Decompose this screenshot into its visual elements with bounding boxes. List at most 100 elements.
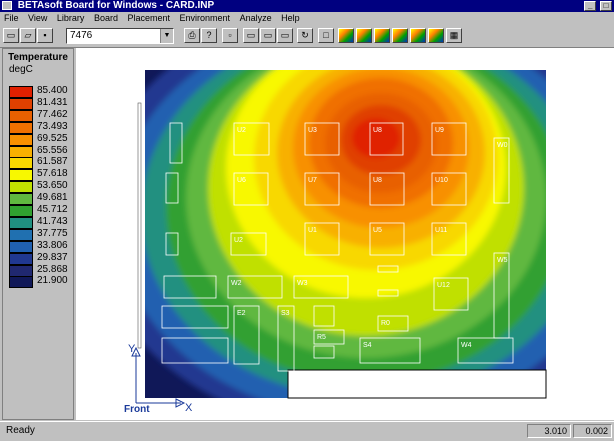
component-label: W3 — [297, 280, 308, 287]
menu-view[interactable]: View — [24, 12, 50, 25]
legend-swatch — [9, 228, 33, 241]
component-label: W4 — [461, 342, 472, 349]
legend-swatch — [9, 193, 33, 206]
side-connector — [137, 102, 142, 349]
chevron-down-icon[interactable]: ▼ — [160, 29, 173, 43]
component-label: W2 — [231, 280, 242, 287]
place-part-icon[interactable]: ▫ — [222, 28, 238, 43]
temperature-contours — [145, 70, 546, 398]
component-label: E2 — [237, 310, 246, 317]
rect-tool-2-icon[interactable]: ▭ — [260, 28, 276, 43]
status-bar: Ready 3.010 0.002 — [0, 421, 614, 441]
status-text: Ready — [6, 425, 35, 436]
legend-row: 21.900 — [7, 275, 73, 289]
legend-swatch — [9, 86, 33, 98]
grid-tool-icon[interactable]: ▦ — [446, 28, 462, 43]
legend-swatch — [9, 133, 33, 146]
save-disk-icon[interactable]: ▪ — [37, 28, 53, 43]
temperature-legend: Temperature degC 85.400 81.431 77.462 73.49… — [2, 48, 74, 420]
legend-value: 33.806 — [37, 239, 68, 251]
open-folder-icon[interactable]: ▱ — [20, 28, 36, 43]
menu-library[interactable]: Library — [53, 12, 88, 25]
status-field-1: 3.010 — [527, 424, 571, 438]
legend-swatch — [9, 276, 33, 289]
legend-value: 57.618 — [37, 168, 68, 180]
legend-swatch — [9, 205, 33, 217]
component-label: W5 — [497, 257, 508, 264]
legend-value: 77.462 — [37, 108, 68, 120]
menu-analyze[interactable]: Analyze — [236, 12, 275, 25]
component-label: S4 — [363, 342, 372, 349]
legend-swatch — [9, 252, 33, 265]
legend-swatch — [9, 121, 33, 134]
color-map-2-icon[interactable] — [356, 28, 372, 43]
component-combo[interactable]: 7476 ▼ — [66, 28, 174, 44]
rect-tool-3-icon[interactable]: ▭ — [277, 28, 293, 43]
help-icon[interactable]: ? — [201, 28, 217, 43]
legend-value: 53.650 — [37, 180, 68, 192]
thermal-map-area: U2 U3 U8 U9 W0 U6 U7 U8 U10 U1 U5 U11 U2 W5 W2 W3 U12 E2 S… — [76, 48, 614, 420]
status-field-2: 0.002 — [573, 424, 612, 438]
component-combo-value: 7476 — [70, 30, 93, 41]
component-label: U3 — [308, 127, 317, 134]
menu-bar: File View Library Board Placement Enviro… — [0, 12, 614, 25]
legend-title: Temperature — [8, 52, 68, 63]
rotate-icon[interactable]: ↻ — [297, 28, 313, 43]
component-label: U11 — [435, 227, 447, 234]
legend-value: 25.868 — [37, 263, 68, 275]
legend-swatch — [9, 181, 33, 194]
board-notch — [287, 369, 547, 399]
color-map-6-icon[interactable] — [428, 28, 444, 43]
title-bar: BETAsoft Board for Windows - CARD.INP _ … — [0, 0, 614, 12]
component-label: U5 — [373, 227, 382, 234]
zoom-fit-icon[interactable]: □ — [318, 28, 334, 43]
component-label: U8 — [373, 127, 382, 134]
legend-swatch — [9, 264, 33, 277]
app-icon — [2, 1, 12, 10]
legend-value: 61.587 — [37, 156, 68, 168]
x-axis-label: X — [185, 402, 193, 414]
maximize-button[interactable]: □ — [600, 1, 612, 11]
component-label: S3 — [281, 310, 290, 317]
legend-swatch — [9, 109, 33, 122]
legend-value: 65.556 — [37, 144, 68, 156]
legend-value: 69.525 — [37, 132, 68, 144]
component-label: U8 — [373, 177, 382, 184]
minimize-button[interactable]: _ — [584, 1, 597, 11]
legend-unit: degC — [9, 64, 33, 75]
menu-help[interactable]: Help — [277, 12, 303, 25]
legend-value: 85.400 — [37, 85, 68, 96]
legend-value: 41.743 — [37, 215, 68, 227]
legend-swatch — [9, 157, 33, 170]
rect-tool-1-icon[interactable]: ▭ — [243, 28, 259, 43]
menu-file[interactable]: File — [0, 12, 22, 25]
legend-swatch — [9, 169, 33, 182]
component-label: R5 — [317, 334, 326, 341]
color-map-5-icon[interactable] — [410, 28, 426, 43]
component-label: U9 — [435, 127, 444, 134]
menu-placement[interactable]: Placement — [123, 12, 173, 25]
component-label: R0 — [381, 320, 390, 327]
color-map-3-icon[interactable] — [374, 28, 390, 43]
front-label: Front — [124, 404, 150, 415]
menu-board[interactable]: Board — [90, 12, 121, 25]
legend-value: 29.837 — [37, 251, 68, 263]
component-label: U1 — [308, 227, 317, 234]
color-map-4-icon[interactable] — [392, 28, 408, 43]
legend-value: 73.493 — [37, 120, 68, 132]
legend-swatch — [9, 97, 33, 110]
thermal-map-svg[interactable]: U2 U3 U8 U9 W0 U6 U7 U8 U10 U1 U5 U11 U2 W5 W2 W3 U12 E2 S… — [76, 48, 614, 420]
component-label: U12 — [437, 282, 450, 289]
component-label: W0 — [497, 142, 508, 149]
legend-value: 81.431 — [37, 96, 68, 108]
legend-value: 45.712 — [37, 204, 68, 215]
legend-value: 37.775 — [37, 227, 68, 239]
legend-value: 21.900 — [37, 275, 68, 287]
toolbar: ▭ ▱ ▪ 7476 ▼ ⎙ ? ▫ ▭ ▭ ▭ ↻ □ ▦ — [0, 25, 614, 48]
color-map-1-icon[interactable] — [338, 28, 354, 43]
print-icon[interactable]: ⎙ — [184, 28, 200, 43]
component-label: U2 — [234, 237, 243, 244]
new-file-icon[interactable]: ▭ — [3, 28, 19, 43]
menu-environment[interactable]: Environment — [176, 12, 234, 25]
legend-swatch — [9, 145, 33, 158]
